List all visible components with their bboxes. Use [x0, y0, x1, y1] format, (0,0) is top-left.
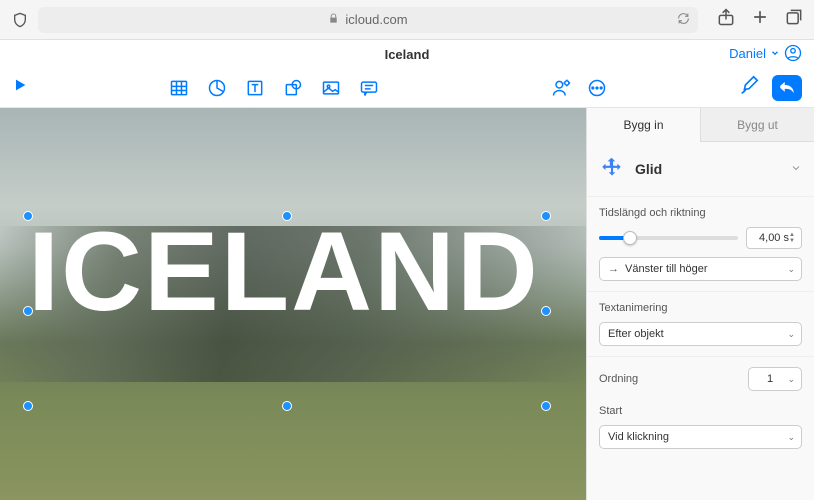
app-toolbar — [0, 68, 814, 108]
duration-section: Tidslängd och riktning 4,00 s ▲▼ → Vänst… — [587, 197, 814, 287]
effect-name: Glid — [635, 161, 662, 177]
direction-dropdown[interactable]: → Vänster till höger ⌄ — [599, 257, 802, 281]
format-brush-icon[interactable] — [738, 74, 760, 101]
user-circle-icon — [784, 44, 802, 62]
more-icon[interactable] — [586, 77, 608, 99]
effect-selector[interactable]: Glid — [587, 142, 814, 197]
shape-icon[interactable] — [282, 77, 304, 99]
chevron-down-icon: ⌄ — [787, 432, 795, 443]
tabs-icon[interactable] — [784, 7, 804, 32]
document-title: Iceland — [385, 47, 430, 62]
text-anim-label: Textanimering — [599, 302, 802, 314]
chevron-down-icon: ⌄ — [787, 374, 795, 385]
inspector-tool-group — [738, 74, 802, 101]
url-text: icloud.com — [345, 12, 407, 27]
text-icon[interactable] — [244, 77, 266, 99]
image-icon[interactable] — [320, 77, 342, 99]
resize-handle[interactable] — [282, 211, 292, 221]
chevron-down-icon: ⌄ — [787, 329, 795, 340]
chart-icon[interactable] — [206, 77, 228, 99]
address-bar[interactable]: icloud.com — [38, 7, 698, 33]
resize-handle[interactable] — [23, 211, 33, 221]
start-dropdown[interactable]: Vid klickning ⌄ — [599, 425, 802, 449]
tab-build-in[interactable]: Bygg in — [587, 108, 701, 142]
direction-value: Vänster till höger — [625, 263, 708, 275]
start-value: Vid klickning — [608, 431, 669, 443]
user-menu[interactable]: Daniel — [729, 44, 802, 62]
order-label: Ordning — [599, 373, 638, 385]
text-anim-dropdown[interactable]: Efter objekt ⌄ — [599, 322, 802, 346]
share-icon[interactable] — [716, 7, 736, 32]
start-label: Start — [599, 405, 802, 417]
table-icon[interactable] — [168, 77, 190, 99]
resize-handle[interactable] — [541, 401, 551, 411]
duration-slider[interactable] — [599, 236, 738, 240]
chevron-down-icon: ⌄ — [787, 264, 795, 275]
selected-text-box[interactable]: ICELAND — [28, 216, 546, 406]
slide-title-text: ICELAND — [28, 216, 546, 328]
resize-handle[interactable] — [23, 306, 33, 316]
chevron-down-icon — [790, 162, 802, 177]
reload-icon[interactable] — [677, 12, 690, 28]
arrow-right-icon: → — [608, 263, 619, 275]
browser-actions — [716, 7, 804, 32]
inspector-tabs: Bygg in Bygg ut — [587, 108, 814, 142]
play-button[interactable] — [12, 77, 28, 98]
animate-button[interactable] — [772, 75, 802, 101]
collaborate-icon[interactable] — [550, 77, 572, 99]
duration-field[interactable]: 4,00 s ▲▼ — [746, 227, 802, 249]
comment-icon[interactable] — [358, 77, 380, 99]
move-arrows-icon — [599, 156, 625, 182]
resize-handle[interactable] — [23, 401, 33, 411]
inspector-sidebar: Bygg in Bygg ut Glid Tidslängd och riktn… — [586, 108, 814, 500]
browser-toolbar: icloud.com — [0, 0, 814, 40]
privacy-shield-icon[interactable] — [10, 10, 30, 30]
order-value: 1 — [767, 373, 773, 385]
slider-thumb[interactable] — [623, 231, 637, 245]
app-header: Iceland Daniel — [0, 40, 814, 68]
lock-icon — [328, 12, 339, 27]
user-name: Daniel — [729, 46, 766, 61]
resize-handle[interactable] — [541, 211, 551, 221]
new-tab-icon[interactable] — [750, 7, 770, 32]
slide-canvas[interactable]: ICELAND — [0, 108, 586, 500]
collab-tool-group — [550, 77, 608, 99]
order-dropdown[interactable]: 1 ⌄ — [748, 367, 802, 391]
order-section: Ordning 1 ⌄ — [587, 357, 814, 395]
start-section: Start Vid klickning ⌄ — [587, 395, 814, 455]
insert-tool-group — [168, 77, 380, 99]
resize-handle[interactable] — [541, 306, 551, 316]
tab-build-out[interactable]: Bygg ut — [701, 108, 814, 142]
text-animation-section: Textanimering Efter objekt ⌄ — [587, 292, 814, 352]
resize-handle[interactable] — [282, 401, 292, 411]
text-anim-value: Efter objekt — [608, 328, 664, 340]
duration-label: Tidslängd och riktning — [599, 207, 802, 219]
chevron-down-icon — [770, 48, 780, 58]
stepper-icon[interactable]: ▲▼ — [789, 228, 799, 248]
duration-value: 4,00 s — [759, 232, 789, 244]
main-area: ICELAND Bygg in Bygg ut Glid Tidslä — [0, 108, 814, 500]
